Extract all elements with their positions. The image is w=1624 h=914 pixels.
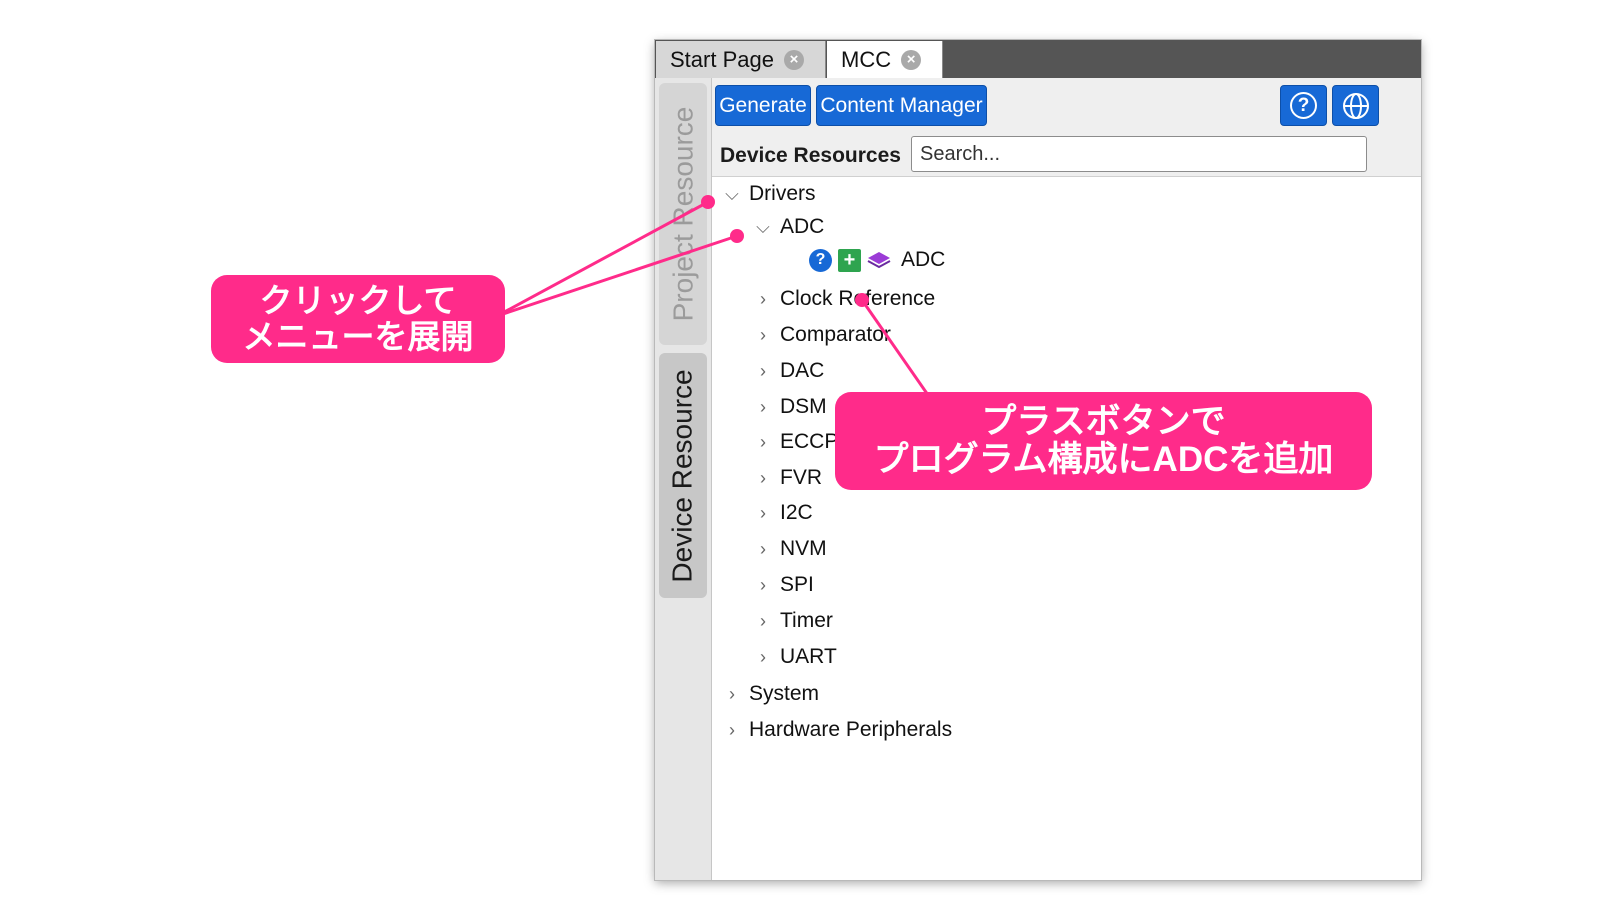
annotation-text: メニューを展開 <box>242 318 474 355</box>
annotation-expand-menu: クリックして メニューを展開 <box>211 275 505 363</box>
annotation-text: プログラム構成にADCを追加 <box>873 440 1334 479</box>
annotation-text: プラスボタンで <box>981 402 1226 442</box>
pointer-dot <box>730 229 744 243</box>
pointer-dot <box>855 293 869 307</box>
annotation-lines <box>496 200 930 396</box>
annotation-add-adc: プラスボタンで プログラム構成にADCを追加 <box>835 392 1372 490</box>
pointer-dot <box>701 195 715 209</box>
annotation-text: クリックして <box>259 282 457 320</box>
